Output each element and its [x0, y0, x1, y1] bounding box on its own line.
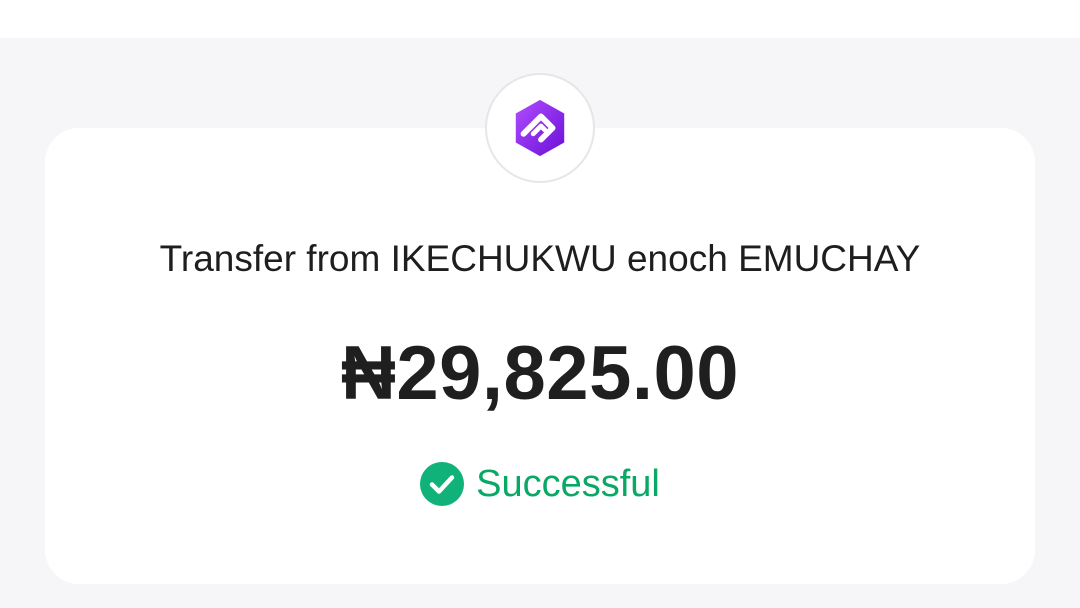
- status-row: Successful: [0, 460, 1080, 508]
- status-label: Successful: [476, 463, 660, 505]
- transaction-amount: ₦29,825.00: [341, 331, 739, 416]
- transaction-title: Transfer from IKECHUKWU enoch EMUCHAY: [159, 238, 921, 279]
- bank-logo-badge: [485, 73, 595, 183]
- bank-logo-icon: [515, 99, 565, 157]
- check-circle-icon: [420, 462, 465, 506]
- top-bar: [0, 0, 1080, 38]
